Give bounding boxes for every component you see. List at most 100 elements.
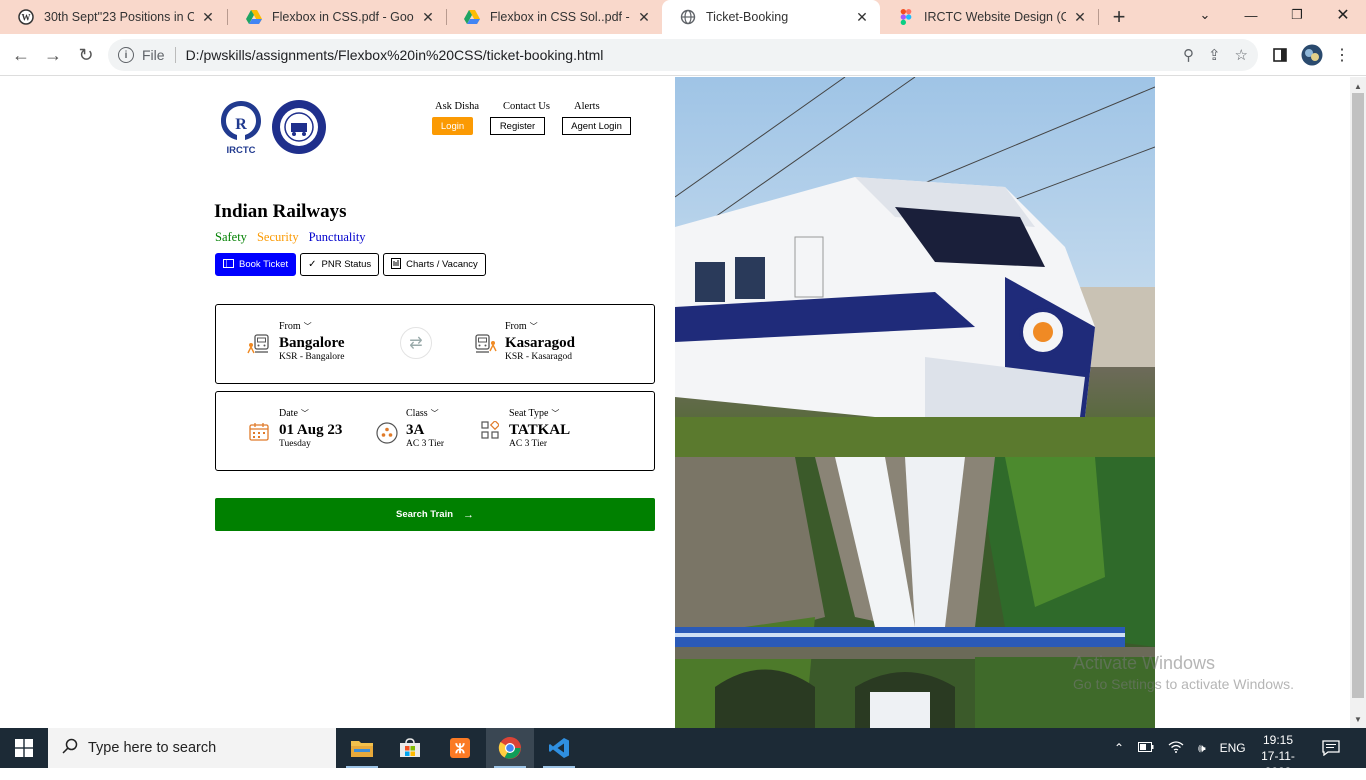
side-panel-icon[interactable] — [1268, 42, 1292, 68]
browser-tab[interactable]: W 30th Sept''23 Positions in CSS ✕ — [0, 0, 226, 34]
pnr-status-label: PNR Status — [321, 259, 372, 270]
journey-card: From ﹀ Bangalore KSR - Bangalore ⇄ From ﹀ … — [215, 304, 655, 384]
close-icon[interactable]: ✕ — [854, 9, 870, 25]
swap-stations-button[interactable]: ⇄ — [400, 327, 432, 359]
login-button[interactable]: Login — [432, 117, 473, 135]
class-field[interactable]: Class ﹀ 3A AC 3 Tier — [406, 408, 444, 449]
date-value: 01 Aug 23 — [279, 422, 343, 438]
tab-title: Flexbox in CSS Sol..pdf - Google Drive — [490, 10, 630, 24]
booking-tabs: Book Ticket ✓ PNR Status Charts / Vacanc… — [215, 253, 486, 276]
wifi-icon[interactable] — [1168, 740, 1184, 756]
language-indicator[interactable]: ENG — [1220, 741, 1246, 755]
battery-icon[interactable] — [1138, 741, 1154, 755]
search-icon — [62, 738, 78, 758]
reload-icon[interactable]: ↻ — [73, 42, 99, 68]
close-icon[interactable]: ✕ — [420, 9, 436, 25]
url-divider — [174, 47, 176, 63]
restore-icon[interactable]: ❐ — [1274, 0, 1320, 30]
browser-tab[interactable]: IRCTC Website Design (Community) ✕ — [880, 0, 1098, 34]
page-title: Indian Railways — [214, 201, 347, 222]
close-icon[interactable]: ✕ — [200, 9, 216, 25]
bookmark-star-icon[interactable]: ☆ — [1235, 46, 1248, 64]
figma-icon — [898, 9, 914, 25]
to-station-code: KSR - Kasaragod — [505, 352, 573, 362]
vscode-icon[interactable] — [535, 728, 583, 768]
wordpress-icon: W — [18, 9, 34, 25]
profile-avatar[interactable] — [1300, 42, 1324, 68]
scroll-up-icon[interactable]: ▲ — [1350, 79, 1366, 93]
tab-title: Flexbox in CSS.pdf - Google Drive — [272, 10, 414, 24]
check-icon: ✓ — [308, 259, 317, 270]
seat-type-label: Seat Type — [509, 408, 549, 419]
seat-type-description: AC 3 Tier — [509, 439, 548, 449]
notification-icon[interactable] — [1322, 728, 1340, 768]
search-train-button[interactable]: Search Train → — [215, 498, 655, 531]
tab-search-icon[interactable]: ⌄ — [1182, 0, 1228, 30]
charts-vacancy-tab[interactable]: Charts / Vacancy — [383, 253, 486, 276]
pnr-status-tab[interactable]: ✓ PNR Status — [300, 253, 380, 276]
book-ticket-tab[interactable]: Book Ticket — [215, 253, 297, 276]
browser-tab[interactable]: Flexbox in CSS Sol..pdf - Google Drive ✕ — [446, 0, 662, 34]
calendar-icon — [249, 422, 269, 446]
indian-railways-logo[interactable] — [271, 99, 327, 155]
tab-divider — [1098, 9, 1099, 25]
taskbar-search-box[interactable]: Type here to search — [48, 728, 336, 768]
clock-time: 19:15 — [1262, 733, 1294, 747]
microsoft-store-icon[interactable] — [386, 728, 434, 768]
browser-tab-active[interactable]: Ticket-Booking ✕ — [662, 0, 880, 34]
tag-safety: Safety — [215, 230, 247, 244]
globe-icon — [680, 9, 696, 25]
xampp-icon[interactable]: ⵣ — [436, 728, 484, 768]
irctc-logo[interactable]: R IRCTC — [218, 99, 264, 156]
minimize-icon[interactable]: — — [1228, 0, 1274, 30]
svg-text:R: R — [235, 116, 247, 133]
contact-us-link[interactable]: Contact Us — [503, 101, 550, 112]
back-icon[interactable]: ← — [8, 42, 34, 68]
vande-bharat-train-image — [675, 77, 1155, 457]
class-label: Class — [406, 408, 428, 419]
from-station-code: KSR - Bangalore — [279, 352, 345, 362]
chevron-down-icon: ﹀ — [529, 322, 538, 331]
close-window-icon[interactable]: ✕ — [1320, 0, 1366, 30]
url-bar[interactable]: i File D:/pwskills/assignments/Flexbox%2… — [108, 39, 1258, 71]
share-icon[interactable]: ⇪ — [1208, 46, 1221, 64]
url-text[interactable]: D:/pwskills/assignments/Flexbox%20in%20C… — [186, 47, 604, 63]
browser-tab[interactable]: Flexbox in CSS.pdf - Google Drive ✕ — [228, 0, 446, 34]
chevron-up-icon[interactable]: ⌃ — [1114, 741, 1124, 755]
scroll-down-icon[interactable]: ▼ — [1350, 712, 1366, 726]
scrollbar-thumb[interactable] — [1352, 93, 1364, 698]
vertical-scrollbar[interactable]: ▲ ▼ — [1350, 77, 1366, 728]
chevron-down-icon: ﹀ — [303, 322, 312, 331]
chrome-icon[interactable] — [486, 728, 534, 768]
date-field[interactable]: Date ﹀ 01 Aug 23 Tuesday — [279, 408, 342, 449]
watermark-title: Activate Windows — [1073, 653, 1216, 673]
file-explorer-icon[interactable] — [338, 728, 386, 768]
agent-login-button[interactable]: Agent Login — [562, 117, 631, 135]
menu-dots-icon[interactable]: ⋮ — [1332, 42, 1352, 68]
svg-text:W: W — [22, 13, 31, 23]
volume-icon[interactable]: 🕪 — [1198, 741, 1206, 756]
ask-disha-link[interactable]: Ask Disha — [435, 101, 479, 112]
new-tab-button[interactable]: + — [1106, 4, 1132, 30]
taskbar-clock[interactable]: 19:15 17-11-2023 — [1250, 732, 1306, 780]
info-icon[interactable]: i — [118, 47, 134, 63]
zoom-icon[interactable]: ⚲ — [1183, 46, 1194, 64]
address-bar-row: ← → ↻ i File D:/pwskills/assignments/Fle… — [0, 34, 1366, 76]
forward-icon[interactable]: → — [40, 42, 66, 68]
to-label: From — [505, 321, 527, 332]
swap-icon: ⇄ — [409, 335, 423, 352]
arrow-right-icon: → — [463, 508, 475, 521]
close-icon[interactable]: ✕ — [636, 9, 652, 25]
seat-type-field[interactable]: Seat Type ﹀ TATKAL AC 3 Tier — [509, 408, 570, 449]
windows-start-icon[interactable] — [0, 728, 48, 768]
svg-text:ⵣ: ⵣ — [455, 741, 465, 756]
alerts-link[interactable]: Alerts — [574, 101, 600, 112]
date-weekday: Tuesday — [279, 439, 311, 449]
tab-title: 30th Sept''23 Positions in CSS — [44, 10, 194, 24]
from-field[interactable]: From ﹀ Bangalore KSR - Bangalore — [279, 321, 345, 362]
to-field[interactable]: From ﹀ Kasaragod KSR - Kasaragod — [505, 321, 575, 362]
close-icon[interactable]: ✕ — [1072, 9, 1088, 25]
register-button[interactable]: Register — [490, 117, 545, 135]
from-label: From — [279, 321, 301, 332]
google-drive-icon — [464, 9, 480, 25]
